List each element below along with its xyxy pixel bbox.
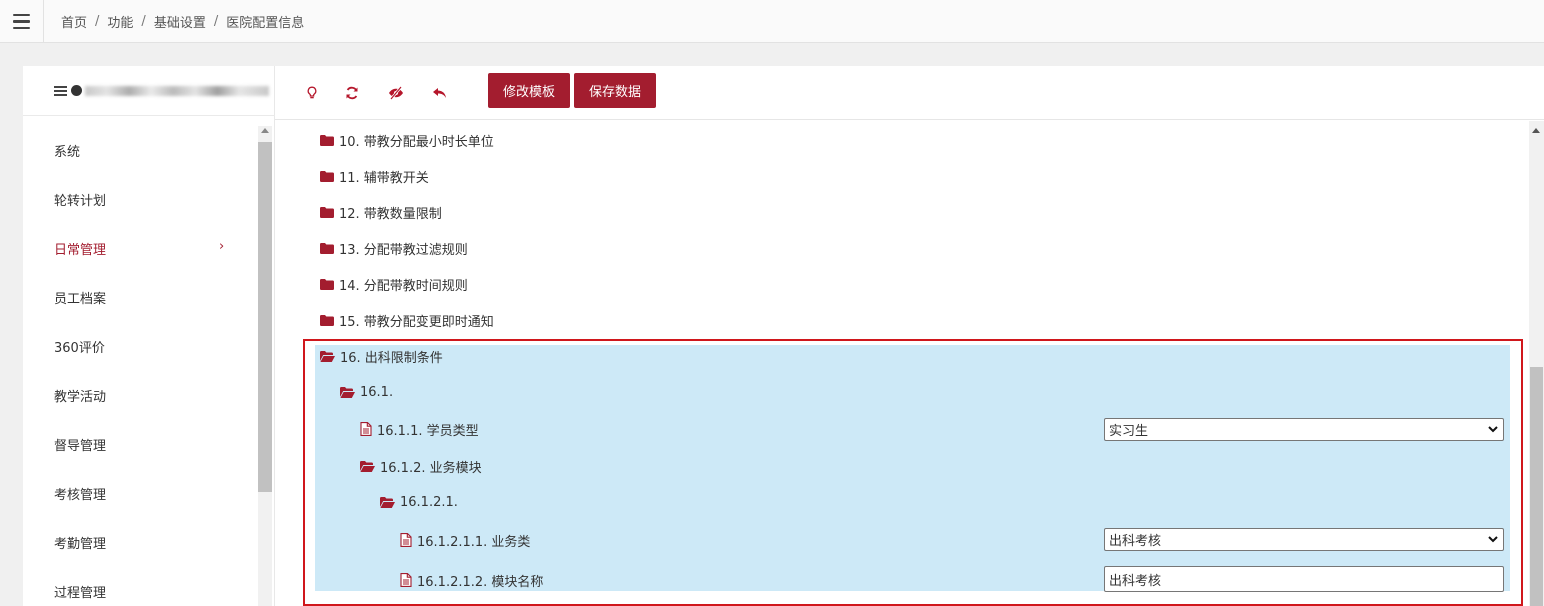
tree-node-label: 16.1.2.1.: [400, 494, 458, 510]
student-type-select[interactable]: 实习生: [1104, 418, 1504, 441]
breadcrumb-function[interactable]: 功能: [107, 12, 133, 31]
tree-node-label: 16.1.2.1.2. 模块名称: [417, 574, 544, 590]
list-icon: [54, 86, 67, 96]
sidebar-item-label: 系统: [54, 145, 81, 160]
folder-open-icon: [340, 386, 355, 398]
sidebar-item-supervision[interactable]: 督导管理: [23, 420, 257, 469]
folder-icon: [320, 206, 334, 218]
chevron-right-icon: ›: [219, 239, 225, 254]
blurred-hospital-name: [85, 86, 269, 96]
tree-node-expanded[interactable]: 16.1.: [340, 374, 393, 410]
sidebar: 系统 轮转计划 日常管理 › 员工档案 360评价 教学活动 督导管理 考核管理…: [23, 66, 275, 606]
tree-node-label: 13. 分配带教过滤规则: [339, 242, 468, 258]
menu-toggle-icon[interactable]: [0, 0, 44, 43]
tree-node-label: 15. 带教分配变更即时通知: [339, 314, 494, 330]
folder-icon: [320, 170, 334, 182]
config-tree: 10. 带教分配最小时长单位 11. 辅带教开关 12. 带教数量限制 13. …: [275, 121, 1529, 606]
scroll-up-icon[interactable]: [1532, 128, 1540, 133]
file-icon: [400, 573, 412, 587]
module-name-input[interactable]: 出科考核: [1104, 566, 1504, 592]
toolbar: 修改模板 保存数据: [275, 66, 1544, 120]
sidebar-item-teaching-activity[interactable]: 教学活动: [23, 371, 257, 420]
folder-icon: [320, 314, 334, 326]
sidebar-item-staff-records[interactable]: 员工档案: [23, 273, 257, 322]
sidebar-menu: 系统 轮转计划 日常管理 › 员工档案 360评价 教学活动 督导管理 考核管理…: [23, 126, 257, 606]
tree-node[interactable]: 12. 带教数量限制: [320, 194, 442, 230]
chevron-down-icon: [1488, 536, 1498, 543]
tree-node-expanded[interactable]: 16. 出科限制条件: [320, 338, 443, 374]
tree-node[interactable]: 13. 分配带教过滤规则: [320, 230, 468, 266]
folder-icon: [320, 134, 334, 146]
content-area: 修改模板 保存数据 10. 带教分配最小时长单位 11. 辅带教开关 12. 带…: [275, 66, 1544, 606]
sidebar-item-rotation-plan[interactable]: 轮转计划: [23, 175, 257, 224]
scroll-up-icon[interactable]: [261, 128, 269, 133]
sidebar-item-daily-management[interactable]: 日常管理 ›: [23, 224, 257, 273]
tree-leaf[interactable]: 16.1.2.1.2. 模块名称: [400, 560, 543, 600]
tree-node-expanded[interactable]: 16.1.2. 业务模块: [360, 448, 482, 484]
tree-node[interactable]: 15. 带教分配变更即时通知: [320, 302, 494, 338]
tree-node-label: 16. 出科限制条件: [340, 350, 443, 366]
file-icon: [400, 533, 412, 547]
scroll-thumb[interactable]: [258, 142, 272, 492]
breadcrumb-current: 医院配置信息: [226, 16, 305, 31]
sidebar-item-label: 督导管理: [54, 439, 107, 454]
tree-node[interactable]: 14. 分配带教时间规则: [320, 266, 468, 302]
tree-node-label: 11. 辅带教开关: [339, 170, 429, 186]
sidebar-item-label: 考勤管理: [54, 537, 107, 552]
breadcrumb: 首页 / 功能 / 基础设置 / 医院配置信息: [61, 12, 305, 31]
tree-leaf[interactable]: 16.1.2.1.1. 业务类: [400, 520, 530, 560]
sidebar-item-label: 日常管理: [54, 243, 107, 258]
sidebar-item-assessment[interactable]: 考核管理: [23, 469, 257, 518]
sidebar-scrollbar[interactable]: [258, 126, 272, 606]
folder-icon: [320, 278, 334, 290]
refresh-icon[interactable]: [342, 83, 362, 103]
tree-leaf[interactable]: 16.1.1. 学员类型: [360, 410, 479, 448]
sidebar-item-attendance[interactable]: 考勤管理: [23, 518, 257, 567]
scroll-thumb[interactable]: [1530, 367, 1543, 606]
top-bar: 首页 / 功能 / 基础设置 / 医院配置信息: [0, 0, 1544, 43]
sidebar-item-label: 员工档案: [54, 292, 107, 307]
modify-template-button[interactable]: 修改模板: [488, 73, 570, 108]
user-dot-icon: [71, 85, 82, 96]
selected-value: 出科考核: [1109, 534, 1162, 549]
tree-node-label: 12. 带教数量限制: [339, 206, 442, 222]
save-data-button[interactable]: 保存数据: [574, 73, 656, 108]
chevron-down-icon: [1488, 426, 1498, 433]
tree-node-label: 16.1.: [360, 384, 394, 400]
bulb-icon[interactable]: [302, 83, 322, 103]
business-category-select[interactable]: 出科考核: [1104, 528, 1504, 551]
tree-node[interactable]: 10. 带教分配最小时长单位: [320, 122, 494, 158]
folder-open-icon: [320, 350, 335, 362]
breadcrumb-home[interactable]: 首页: [61, 12, 87, 31]
main-panel: 系统 轮转计划 日常管理 › 员工档案 360评价 教学活动 督导管理 考核管理…: [23, 66, 1544, 606]
input-value: 出科考核: [1109, 573, 1162, 589]
breadcrumb-basic-settings[interactable]: 基础设置: [154, 12, 206, 31]
file-icon: [360, 422, 372, 436]
folder-open-icon: [380, 496, 395, 508]
sidebar-item-label: 教学活动: [54, 390, 107, 405]
undo-icon[interactable]: [430, 83, 450, 103]
eye-slash-icon[interactable]: [386, 83, 406, 103]
tree-node-label: 10. 带教分配最小时长单位: [339, 134, 494, 150]
tree-node-label: 16.1.2.1.1. 业务类: [417, 534, 531, 550]
sidebar-item-process[interactable]: 过程管理: [23, 567, 257, 606]
selected-value: 实习生: [1109, 424, 1149, 439]
tree-node[interactable]: 11. 辅带教开关: [320, 158, 429, 194]
sidebar-item-360-evaluation[interactable]: 360评价: [23, 322, 257, 371]
folder-open-icon: [360, 460, 375, 472]
sidebar-item-label: 过程管理: [54, 586, 107, 601]
sidebar-item-system[interactable]: 系统: [23, 126, 257, 175]
sidebar-item-label: 360评价: [54, 341, 105, 356]
tree-node-label: 14. 分配带教时间规则: [339, 278, 468, 294]
folder-icon: [320, 242, 334, 254]
sidebar-item-label: 轮转计划: [54, 194, 107, 209]
tree-node-label: 16.1.1. 学员类型: [377, 423, 479, 439]
tree-node-expanded[interactable]: 16.1.2.1.: [380, 484, 458, 520]
sidebar-header: [23, 66, 275, 116]
content-scrollbar[interactable]: [1529, 121, 1544, 606]
tree-node-label: 16.1.2. 业务模块: [380, 460, 482, 476]
sidebar-item-label: 考核管理: [54, 488, 107, 503]
